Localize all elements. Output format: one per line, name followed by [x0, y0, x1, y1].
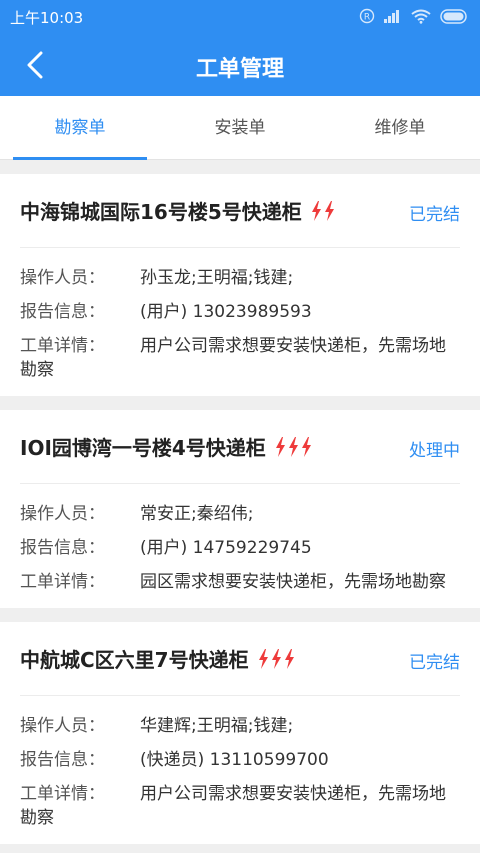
report-value: (用户) 13023989593: [140, 302, 312, 322]
urgency-indicator: [257, 648, 296, 670]
wifi-icon: [411, 9, 431, 24]
order-status: 已完结: [409, 653, 460, 673]
urgency-indicator: [274, 436, 313, 458]
status-icons: R: [359, 8, 470, 24]
order-card[interactable]: IOI园博湾一号楼4号快递柜 处理中 操作人员： 常安正;秦绍伟; 报告信息： …: [0, 410, 480, 608]
order-title: IOI园博湾一号楼4号快递柜: [20, 436, 266, 460]
detail-value: 园区需求想要安装快递柜，先需场地勘察: [140, 572, 446, 592]
detail-label: 工单详情：: [20, 572, 105, 592]
order-card-header: 中航城C区六里7号快递柜 已完结: [20, 622, 460, 696]
detail-label: 工单详情：: [20, 336, 105, 356]
report-label: 报告信息：: [20, 750, 105, 770]
operators-row: 操作人员： 孙玉龙;王明福;钱建;: [20, 266, 460, 290]
status-time: 上午10:03: [10, 9, 84, 27]
tab-install[interactable]: 安装单: [160, 96, 320, 160]
status-bar: 上午10:03 R: [0, 0, 480, 34]
lightning-icon: [301, 436, 311, 457]
order-status: 处理中: [409, 441, 460, 461]
tab-bar: 勘察单 安装单 维修单: [0, 96, 480, 160]
svg-text:R: R: [364, 13, 370, 23]
page-title: 工单管理: [195, 57, 284, 82]
order-title: 中航城C区六里7号快递柜: [20, 648, 249, 672]
order-title: 中海锦城国际16号楼5号快递柜: [20, 200, 302, 224]
detail-row: 工单详情： 用户公司需求想要安装快递柜，先需场地勘察: [20, 782, 460, 830]
battery-icon: [440, 8, 467, 24]
operators-value: 华建辉;王明福;钱建;: [140, 716, 294, 736]
tab-repair[interactable]: 维修单: [320, 96, 480, 160]
registered-icon: R: [359, 8, 375, 24]
report-row: 报告信息： (用户) 14759229745: [20, 536, 460, 560]
order-card[interactable]: 中海锦城国际16号楼5号快递柜 已完结 操作人员： 孙玉龙;王明福;钱建; 报告…: [0, 174, 480, 396]
lightning-icon: [271, 648, 281, 669]
active-tab-indicator: [13, 157, 147, 160]
order-card[interactable]: 中航城C区六里7号快递柜 已完结 操作人员： 华建辉;王明福;钱建; 报告信息：…: [0, 622, 480, 844]
lightning-icon: [275, 436, 285, 457]
lightning-icon: [288, 436, 298, 457]
signal-icon: [384, 10, 399, 23]
navigation-bar: 工单管理: [0, 34, 480, 96]
report-row: 报告信息： (用户) 13023989593: [20, 300, 460, 324]
report-label: 报告信息：: [20, 302, 105, 322]
report-label: 报告信息：: [20, 538, 105, 558]
detail-label: 工单详情：: [20, 784, 105, 804]
app-header: 上午10:03 R 工单管理: [0, 0, 480, 96]
lightning-icon: [258, 648, 268, 669]
report-value: (快递员) 13110599700: [140, 750, 329, 770]
urgency-indicator: [310, 200, 336, 222]
order-card-header: IOI园博湾一号楼4号快递柜 处理中: [20, 410, 460, 484]
report-value: (用户) 14759229745: [140, 538, 312, 558]
tab-survey[interactable]: 勘察单: [0, 96, 160, 160]
operators-row: 操作人员： 常安正;秦绍伟;: [20, 502, 460, 526]
report-row: 报告信息： (快递员) 13110599700: [20, 748, 460, 772]
lightning-icon: [324, 200, 334, 221]
order-status: 已完结: [409, 205, 460, 225]
operators-value: 常安正;秦绍伟;: [140, 504, 254, 524]
order-card-header: 中海锦城国际16号楼5号快递柜 已完结: [20, 174, 460, 248]
operators-label: 操作人员：: [20, 268, 105, 288]
lightning-icon: [284, 648, 294, 669]
operators-row: 操作人员： 华建辉;王明福;钱建;: [20, 714, 460, 738]
operators-label: 操作人员：: [20, 716, 105, 736]
order-list: 中海锦城国际16号楼5号快递柜 已完结 操作人员： 孙玉龙;王明福;钱建; 报告…: [0, 174, 480, 853]
operators-label: 操作人员：: [20, 504, 105, 524]
lightning-icon: [311, 200, 321, 221]
operators-value: 孙玉龙;王明福;钱建;: [140, 268, 294, 288]
detail-row: 工单详情： 园区需求想要安装快递柜，先需场地勘察: [20, 570, 460, 594]
detail-row: 工单详情： 用户公司需求想要安装快递柜，先需场地勘察: [20, 334, 460, 382]
